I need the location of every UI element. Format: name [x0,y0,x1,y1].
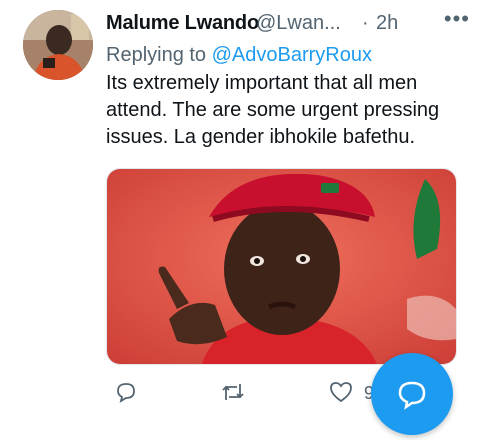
photo-media-icon [107,169,456,364]
avatar-image [23,10,93,80]
heart-icon[interactable] [328,380,354,409]
timestamp[interactable]: 2h [376,12,398,35]
reply-icon[interactable] [114,380,138,409]
tweet-text: Its extremely important that all men att… [106,72,440,148]
replying-mention-link[interactable]: @AdvoBarryRoux [212,44,372,66]
more-options-icon[interactable]: ••• [444,6,470,32]
compose-reply-icon [398,381,426,410]
replying-to: Replying to @AdvoBarryRoux [106,44,372,67]
author-name[interactable]: Malume Lwando [106,12,259,35]
author-handle[interactable]: @Lwan... [256,12,341,35]
retweet-icon[interactable] [220,380,246,409]
separator-dot: · [362,12,369,34]
replying-prefix: Replying to [106,44,207,66]
author-avatar[interactable] [23,10,93,80]
tweet-header: Malume Lwando @Lwan... · 2h ••• [106,6,470,40]
tweet-photo[interactable] [106,168,457,365]
compose-reply-button[interactable] [371,353,453,435]
